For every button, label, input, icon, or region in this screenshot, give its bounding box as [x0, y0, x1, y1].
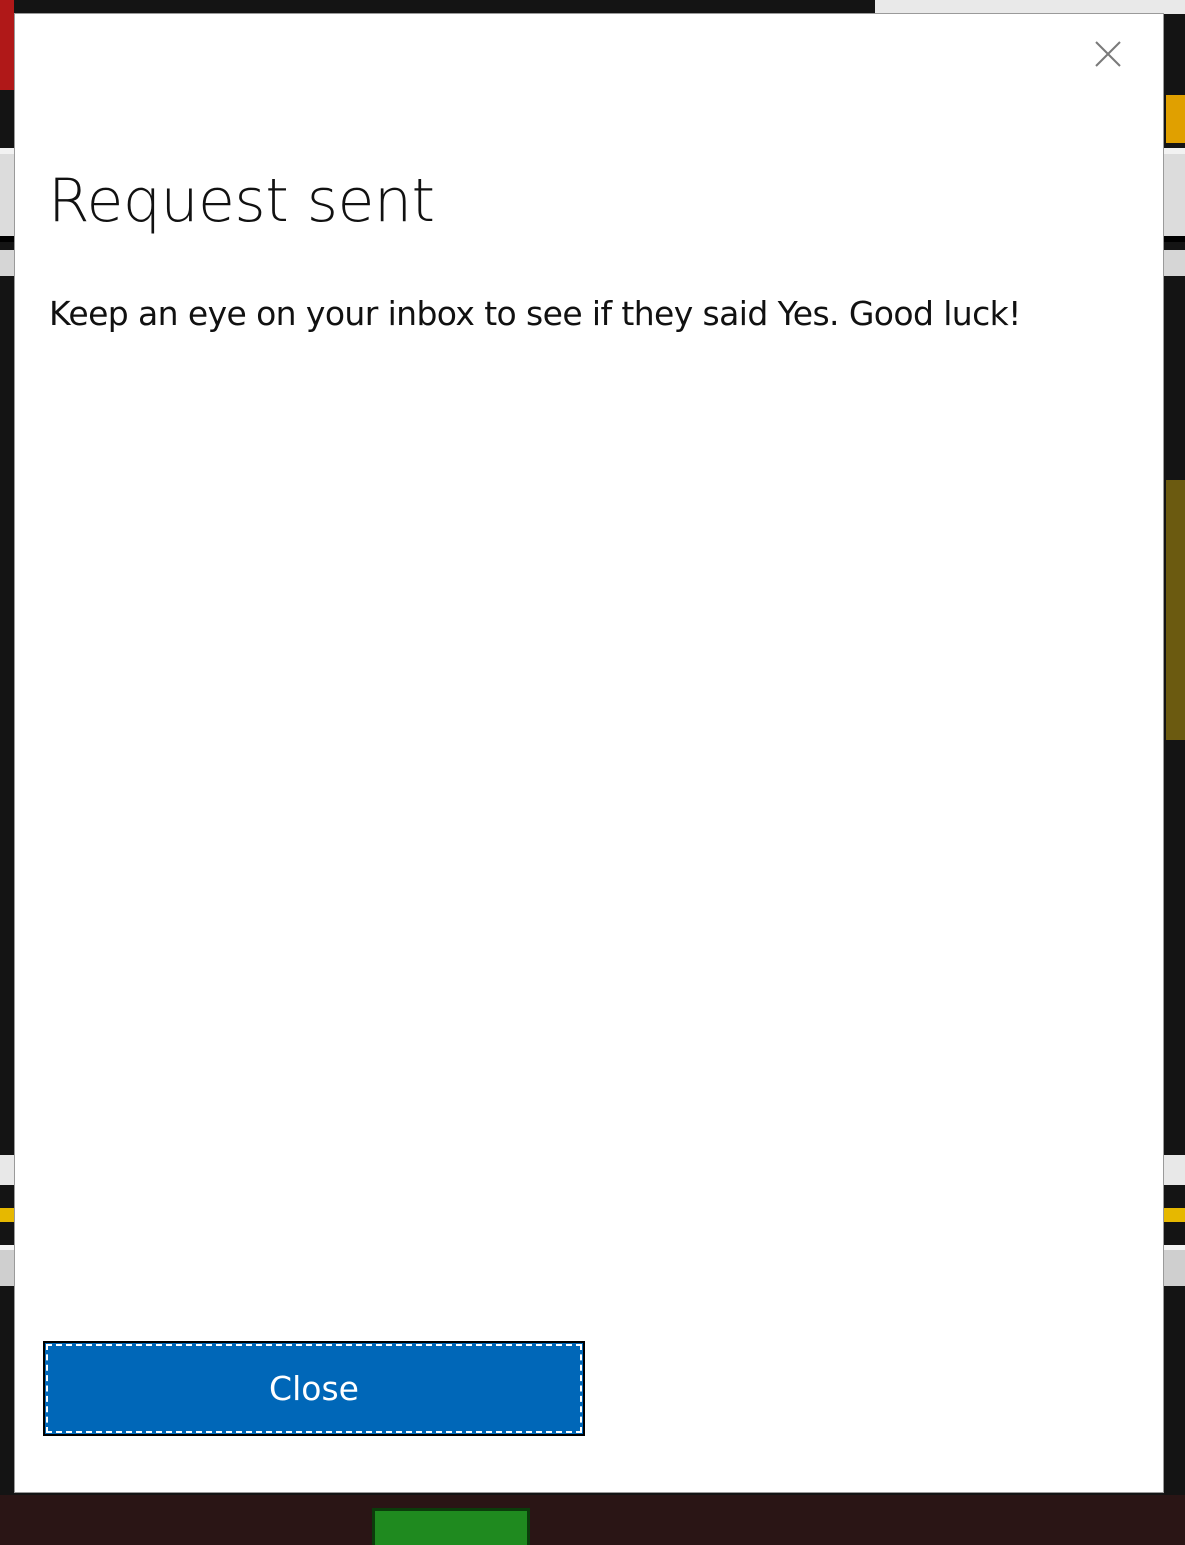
request-sent-dialog: Request sent Keep an eye on your inbox t…	[14, 13, 1164, 1493]
background-decoration	[875, 0, 1185, 14]
close-icon[interactable]	[1093, 39, 1123, 69]
background-decoration	[372, 1508, 530, 1545]
close-button[interactable]: Close	[43, 1341, 585, 1436]
background-decoration	[1166, 480, 1185, 740]
background-decoration	[0, 0, 14, 90]
dialog-message: Keep an eye on your inbox to see if they…	[49, 294, 1021, 333]
background-decoration	[1166, 95, 1185, 143]
dialog-title: Request sent	[48, 166, 435, 236]
close-button-label: Close	[269, 1369, 359, 1408]
background-band	[0, 1495, 1185, 1545]
